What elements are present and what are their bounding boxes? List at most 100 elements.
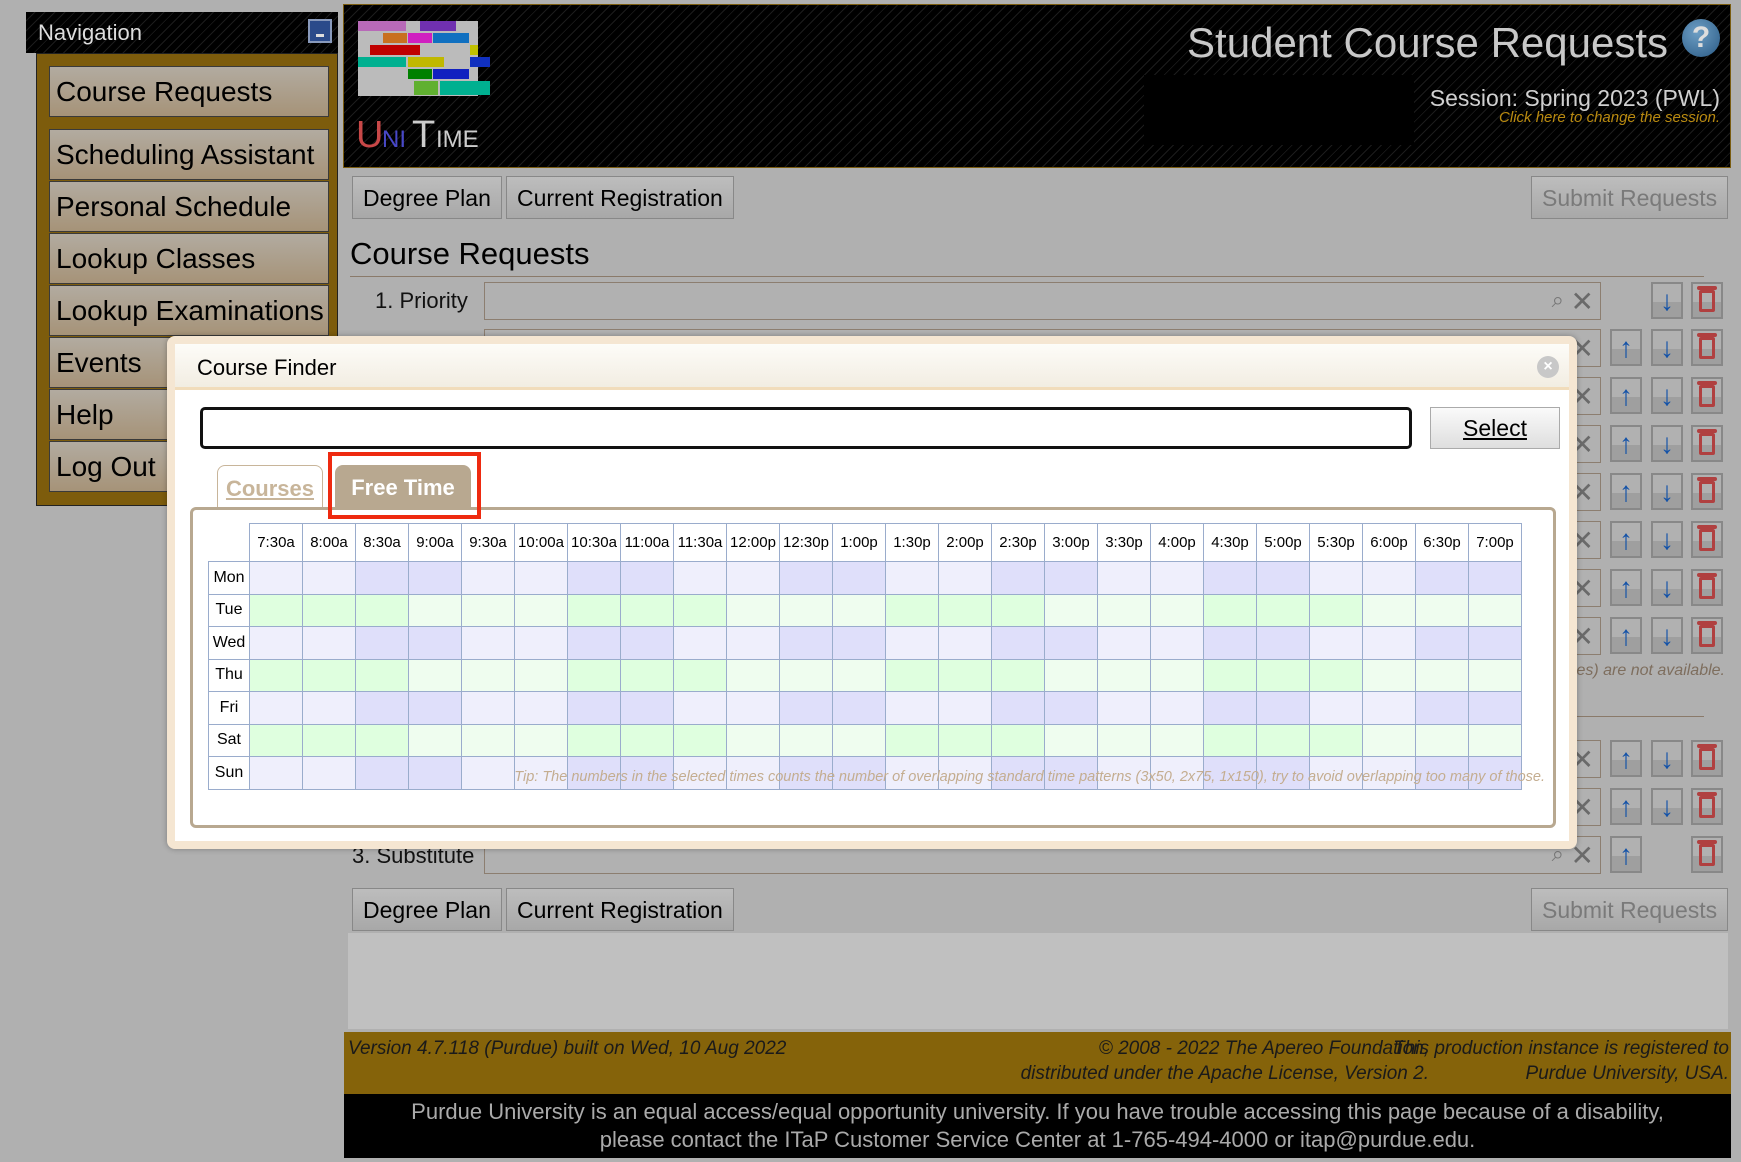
time-slot-cell[interactable]: [514, 691, 568, 725]
time-slot-cell[interactable]: [832, 626, 886, 660]
time-slot-cell[interactable]: [938, 658, 992, 692]
time-slot-cell[interactable]: [726, 561, 780, 595]
move-down-icon[interactable]: ↓: [1651, 473, 1683, 510]
time-slot-cell[interactable]: [461, 593, 515, 627]
time-slot-cell[interactable]: [355, 691, 409, 725]
time-slot-cell[interactable]: [1203, 691, 1257, 725]
delete-icon[interactable]: [1691, 569, 1723, 606]
time-slot-cell[interactable]: [408, 593, 462, 627]
time-slot-cell[interactable]: [620, 658, 674, 692]
time-slot-cell[interactable]: [302, 626, 356, 660]
time-slot-cell[interactable]: [1468, 593, 1522, 627]
move-down-icon[interactable]: ↓: [1651, 329, 1683, 366]
move-up-icon[interactable]: ↑: [1610, 425, 1642, 462]
time-slot-cell[interactable]: [1044, 593, 1098, 627]
time-slot-cell[interactable]: [1309, 691, 1363, 725]
current-registration-button[interactable]: Current Registration: [506, 176, 734, 219]
time-slot-cell[interactable]: [461, 561, 515, 595]
current-registration-button-bottom[interactable]: Current Registration: [506, 888, 734, 931]
time-slot-cell[interactable]: [1256, 658, 1310, 692]
time-slot-cell[interactable]: [1203, 561, 1257, 595]
help-icon[interactable]: ?: [1682, 19, 1720, 57]
time-slot-cell[interactable]: [1044, 561, 1098, 595]
time-slot-cell[interactable]: [1468, 723, 1522, 757]
time-slot-cell[interactable]: [1468, 691, 1522, 725]
time-slot-cell[interactable]: [1097, 561, 1151, 595]
time-slot-cell[interactable]: [991, 723, 1045, 757]
time-slot-cell[interactable]: [1415, 593, 1469, 627]
time-slot-cell[interactable]: [408, 658, 462, 692]
nav-lookup-classes[interactable]: Lookup Classes: [49, 233, 329, 284]
time-slot-cell[interactable]: [1309, 723, 1363, 757]
move-down-icon[interactable]: ↓: [1651, 569, 1683, 606]
time-slot-cell[interactable]: [249, 561, 303, 595]
time-slot-cell[interactable]: [991, 691, 1045, 725]
time-slot-cell[interactable]: [885, 626, 939, 660]
time-slot-cell[interactable]: [302, 756, 356, 790]
move-down-icon[interactable]: ↓: [1651, 788, 1683, 825]
nav-course-requests[interactable]: Course Requests: [49, 66, 329, 117]
move-up-icon[interactable]: ↑: [1610, 377, 1642, 414]
move-down-icon[interactable]: ↓: [1651, 425, 1683, 462]
time-slot-cell[interactable]: [1097, 691, 1151, 725]
time-slot-cell[interactable]: [726, 691, 780, 725]
time-slot-cell[interactable]: [991, 561, 1045, 595]
degree-plan-button-bottom[interactable]: Degree Plan: [352, 888, 502, 931]
time-slot-cell[interactable]: [514, 561, 568, 595]
free-time-grid[interactable]: 7:30a 8:00a 8:30a 9:00a 9:30a 10:00a 10:30a 11:…: [208, 523, 1522, 790]
delete-icon[interactable]: [1691, 425, 1723, 462]
delete-icon[interactable]: [1691, 836, 1723, 873]
delete-icon[interactable]: [1691, 282, 1723, 319]
move-up-icon[interactable]: ↑: [1610, 569, 1642, 606]
time-slot-cell[interactable]: [991, 626, 1045, 660]
time-slot-cell[interactable]: [514, 626, 568, 660]
time-slot-cell[interactable]: [1309, 626, 1363, 660]
time-slot-cell[interactable]: [1203, 723, 1257, 757]
time-slot-cell[interactable]: [514, 658, 568, 692]
time-slot-cell[interactable]: [620, 723, 674, 757]
move-down-icon[interactable]: ↓: [1651, 617, 1683, 654]
time-slot-cell[interactable]: [1309, 561, 1363, 595]
time-slot-cell[interactable]: [302, 691, 356, 725]
time-slot-cell[interactable]: [1097, 723, 1151, 757]
time-slot-cell[interactable]: [1097, 658, 1151, 692]
time-slot-cell[interactable]: [885, 561, 939, 595]
time-slot-cell[interactable]: [991, 658, 1045, 692]
delete-icon[interactable]: [1691, 329, 1723, 366]
time-slot-cell[interactable]: [567, 626, 621, 660]
time-slot-cell[interactable]: [355, 561, 409, 595]
time-slot-cell[interactable]: [461, 723, 515, 757]
time-slot-cell[interactable]: [1468, 626, 1522, 660]
time-slot-cell[interactable]: [1256, 561, 1310, 595]
time-slot-cell[interactable]: [1097, 626, 1151, 660]
time-slot-cell[interactable]: [1044, 723, 1098, 757]
time-slot-cell[interactable]: [885, 723, 939, 757]
time-slot-cell[interactable]: [1362, 691, 1416, 725]
time-slot-cell[interactable]: [1256, 691, 1310, 725]
time-slot-cell[interactable]: [832, 691, 886, 725]
move-up-icon[interactable]: ↑: [1610, 473, 1642, 510]
degree-plan-button[interactable]: Degree Plan: [352, 176, 502, 219]
time-slot-cell[interactable]: [779, 626, 833, 660]
time-slot-cell[interactable]: [461, 756, 515, 790]
time-slot-cell[interactable]: [620, 561, 674, 595]
time-slot-cell[interactable]: [1362, 561, 1416, 595]
submit-requests-button-bottom[interactable]: Submit Requests: [1531, 888, 1729, 931]
unitime-logo[interactable]: U NI T IME: [356, 19, 491, 159]
delete-icon[interactable]: [1691, 740, 1723, 777]
time-slot-cell[interactable]: [408, 626, 462, 660]
time-slot-cell[interactable]: [1044, 691, 1098, 725]
nav-personal-schedule[interactable]: Personal Schedule: [49, 181, 329, 232]
time-slot-cell[interactable]: [938, 691, 992, 725]
time-slot-cell[interactable]: [1256, 626, 1310, 660]
time-slot-cell[interactable]: [408, 723, 462, 757]
time-slot-cell[interactable]: [1415, 658, 1469, 692]
move-down-icon[interactable]: ↓: [1651, 377, 1683, 414]
time-slot-cell[interactable]: [1150, 658, 1204, 692]
time-slot-cell[interactable]: [461, 658, 515, 692]
time-slot-cell[interactable]: [779, 561, 833, 595]
time-slot-cell[interactable]: [1468, 658, 1522, 692]
time-slot-cell[interactable]: [1362, 723, 1416, 757]
time-slot-cell[interactable]: [249, 626, 303, 660]
delete-icon[interactable]: [1691, 473, 1723, 510]
